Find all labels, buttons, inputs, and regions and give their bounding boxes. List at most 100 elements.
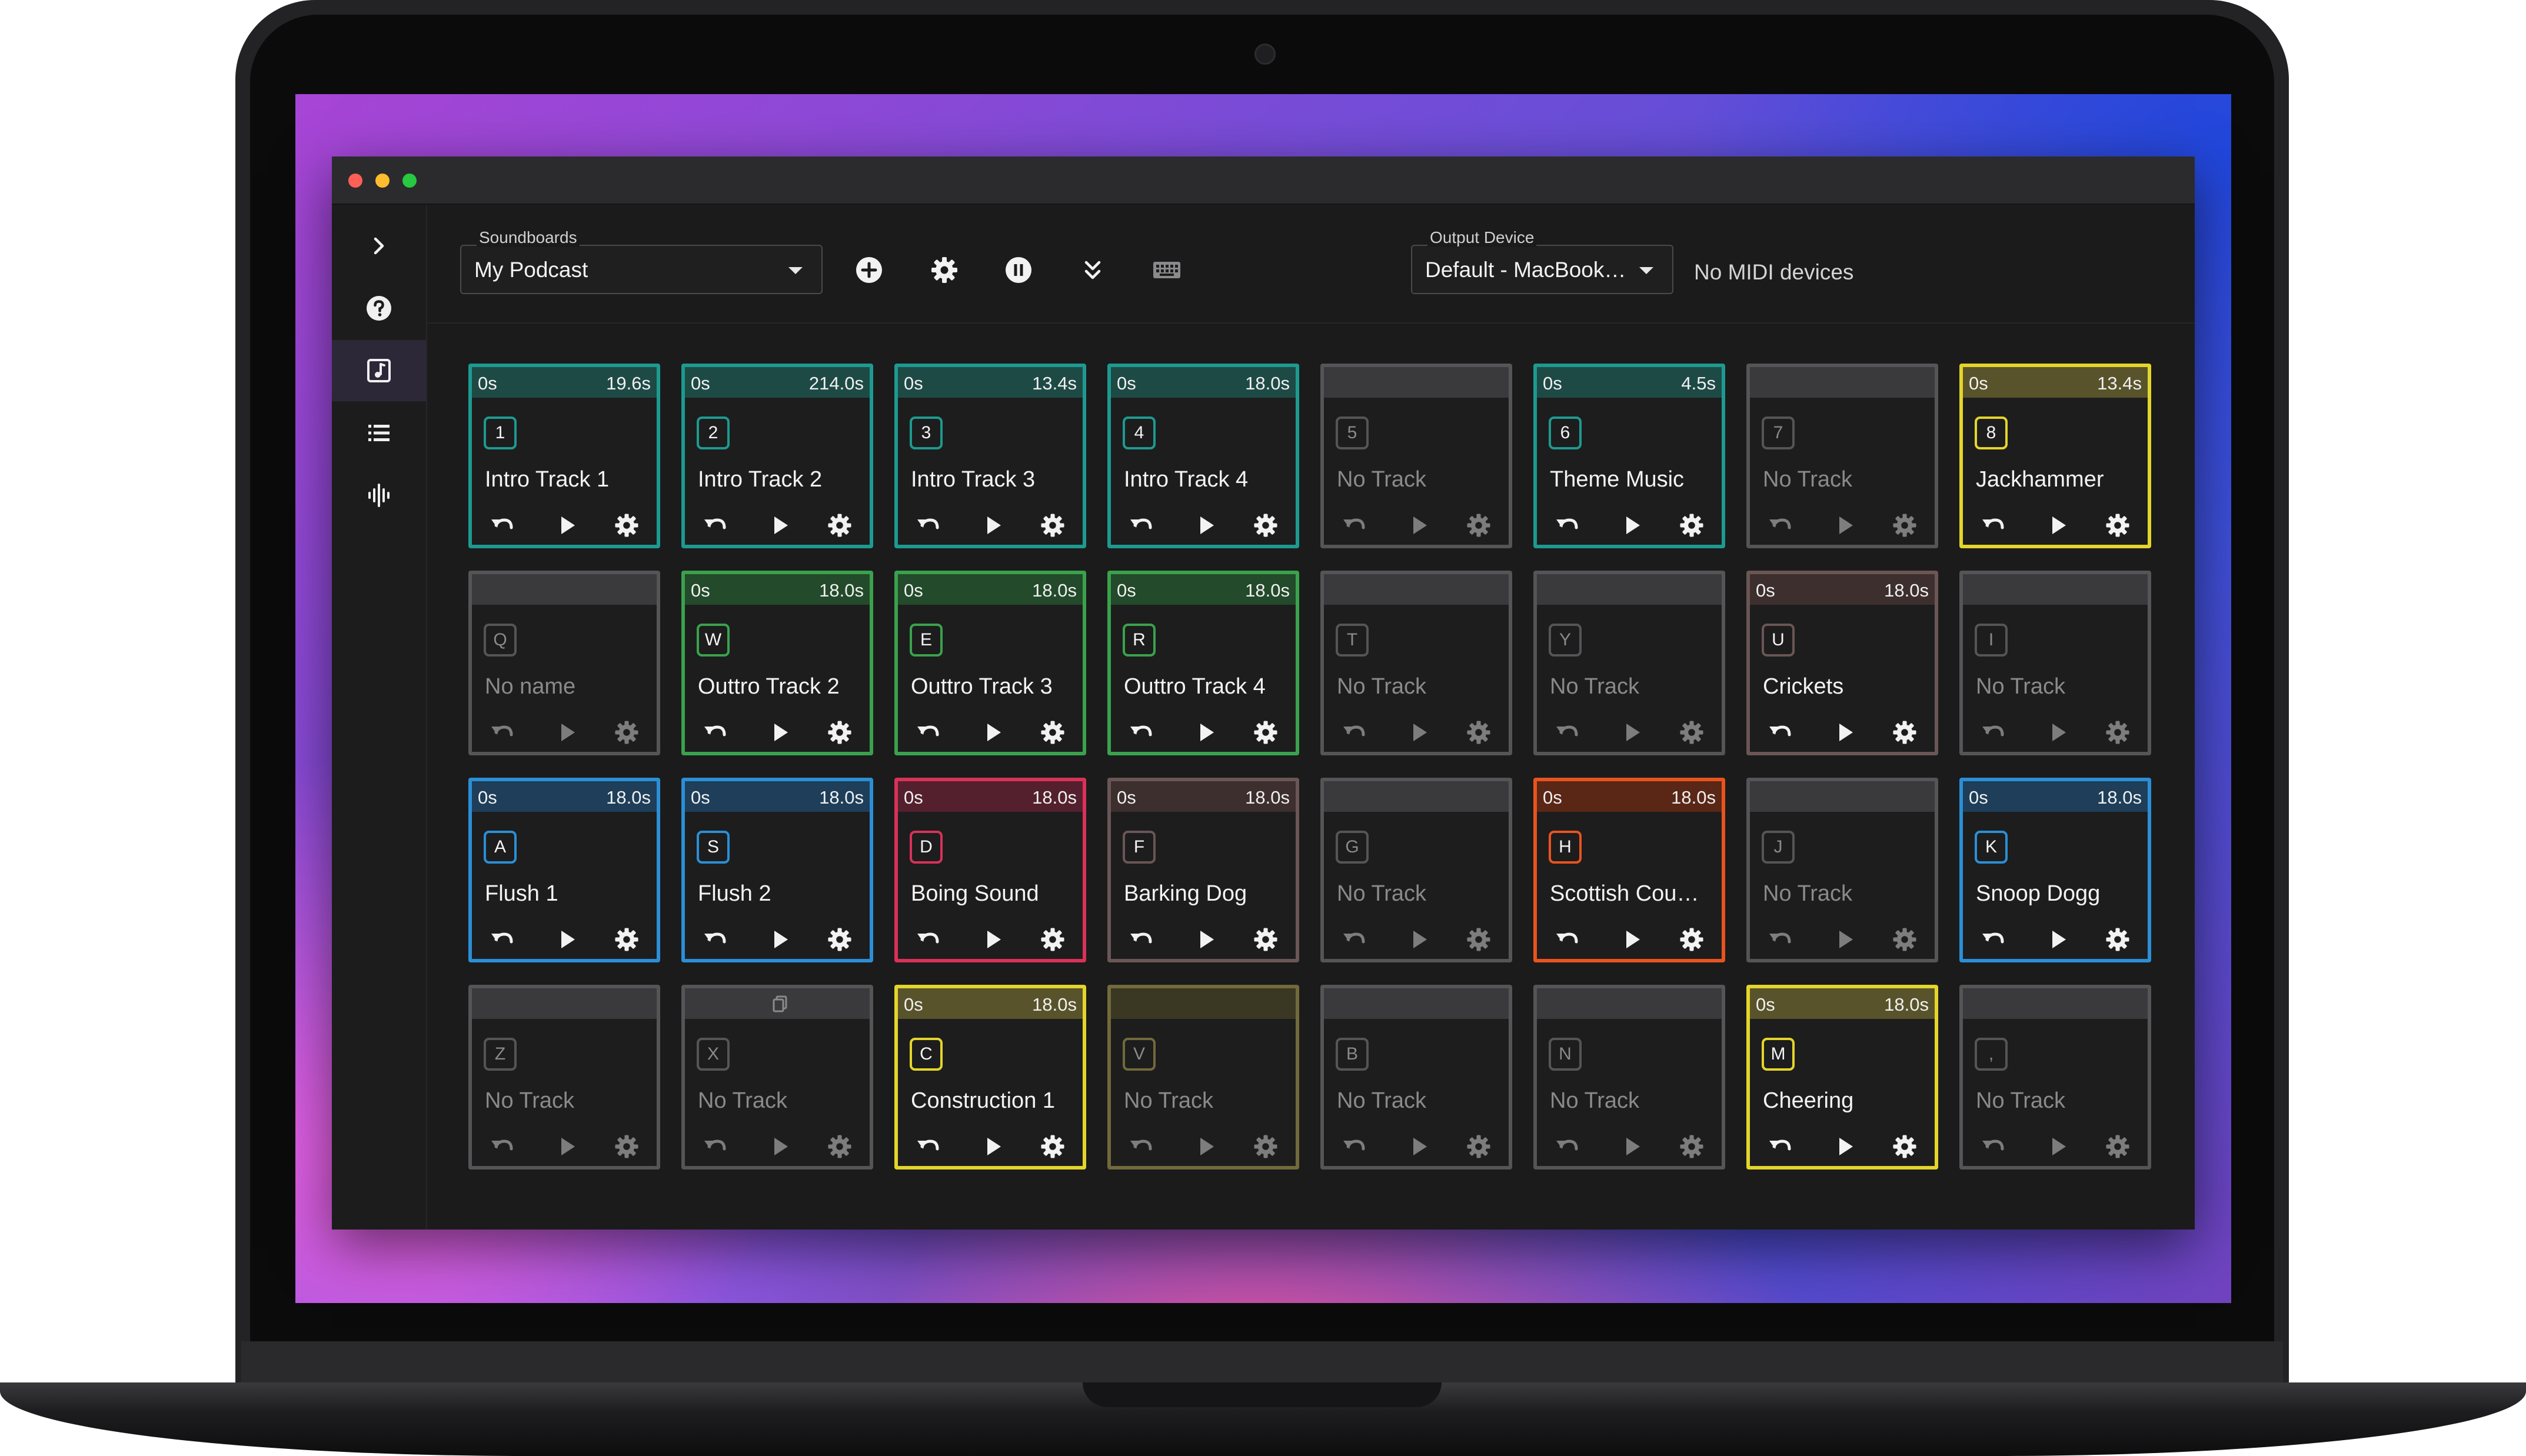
sidebar-item-list[interactable] bbox=[332, 402, 426, 464]
play-button[interactable] bbox=[2042, 717, 2074, 748]
play-button[interactable] bbox=[764, 1131, 796, 1162]
pad-settings-button[interactable] bbox=[1250, 717, 1282, 748]
pad-settings-button[interactable] bbox=[1889, 924, 1921, 955]
play-button[interactable] bbox=[1616, 924, 1648, 955]
play-button[interactable] bbox=[551, 717, 583, 748]
restart-button[interactable] bbox=[699, 1131, 731, 1162]
sound-pad[interactable]: 0s 13.4s 8 Jackhammer bbox=[1959, 364, 2151, 548]
sound-pad[interactable]: 0s 18.0s 4 Intro Track 4 bbox=[1107, 364, 1299, 548]
pad-settings-button[interactable] bbox=[1037, 717, 1069, 748]
play-button[interactable] bbox=[977, 717, 1009, 748]
sound-pad[interactable]: 0s 18.0s K Snoop Dogg bbox=[1959, 778, 2151, 962]
pad-settings-button[interactable] bbox=[824, 717, 856, 748]
sidebar-item-expand[interactable] bbox=[332, 215, 426, 276]
pad-settings-button[interactable] bbox=[1037, 924, 1069, 955]
pad-settings-button[interactable] bbox=[2102, 509, 2134, 541]
play-button[interactable] bbox=[1190, 924, 1222, 955]
play-button[interactable] bbox=[551, 1131, 583, 1162]
pad-settings-button[interactable] bbox=[611, 509, 643, 541]
restart-button[interactable] bbox=[1551, 509, 1583, 541]
play-button[interactable] bbox=[1829, 924, 1861, 955]
pad-settings-button[interactable] bbox=[1889, 1131, 1921, 1162]
restart-button[interactable] bbox=[1125, 717, 1157, 748]
restart-button[interactable] bbox=[912, 1131, 944, 1162]
soundboard-select[interactable]: Soundboards My Podcast bbox=[460, 228, 823, 294]
sound-pad[interactable]: 0s 18.0s C Construction 1 bbox=[894, 985, 1086, 1170]
play-button[interactable] bbox=[764, 717, 796, 748]
restart-button[interactable] bbox=[1338, 717, 1370, 748]
restart-button[interactable] bbox=[1764, 717, 1796, 748]
restart-button[interactable] bbox=[699, 717, 731, 748]
restart-button[interactable] bbox=[1551, 924, 1583, 955]
play-button[interactable] bbox=[1403, 509, 1435, 541]
sound-pad[interactable]: 0s 18.0s H Scottish Cou… bbox=[1533, 778, 1725, 962]
play-button[interactable] bbox=[977, 509, 1009, 541]
pad-settings-button[interactable] bbox=[1889, 509, 1921, 541]
pad-settings-button[interactable] bbox=[1463, 509, 1495, 541]
pad-settings-button[interactable] bbox=[824, 924, 856, 955]
sound-pad[interactable]: 0s 19.6s 1 Intro Track 1 bbox=[468, 364, 660, 548]
sound-pad[interactable]: T No Track bbox=[1320, 571, 1512, 755]
sound-pad[interactable]: 5 No Track bbox=[1320, 364, 1512, 548]
pad-settings-button[interactable] bbox=[2102, 1131, 2134, 1162]
sound-pad[interactable]: , No Track bbox=[1959, 985, 2151, 1170]
settings-button[interactable] bbox=[928, 254, 960, 286]
sound-pad[interactable]: 0s 18.0s E Outtro Track 3 bbox=[894, 571, 1086, 755]
play-button[interactable] bbox=[764, 509, 796, 541]
restart-button[interactable] bbox=[1551, 1131, 1583, 1162]
pad-settings-button[interactable] bbox=[611, 1131, 643, 1162]
minimize-window-button[interactable] bbox=[375, 174, 390, 188]
play-button[interactable] bbox=[1829, 1131, 1861, 1162]
restart-button[interactable] bbox=[1338, 924, 1370, 955]
restart-button[interactable] bbox=[1551, 717, 1583, 748]
sound-pad[interactable]: Z No Track bbox=[468, 985, 660, 1170]
restart-button[interactable] bbox=[486, 509, 518, 541]
pad-settings-button[interactable] bbox=[824, 1131, 856, 1162]
play-button[interactable] bbox=[1403, 717, 1435, 748]
pause-all-button[interactable] bbox=[1003, 254, 1034, 286]
sound-pad[interactable]: G No Track bbox=[1320, 778, 1512, 962]
sound-pad[interactable]: N No Track bbox=[1533, 985, 1725, 1170]
play-button[interactable] bbox=[1616, 509, 1648, 541]
pad-settings-button[interactable] bbox=[824, 509, 856, 541]
sound-pad[interactable]: 0s 18.0s U Crickets bbox=[1746, 571, 1938, 755]
play-button[interactable] bbox=[1616, 717, 1648, 748]
play-button[interactable] bbox=[1190, 1131, 1222, 1162]
zoom-window-button[interactable] bbox=[402, 174, 417, 188]
sound-pad[interactable]: 0s 18.0s R Outtro Track 4 bbox=[1107, 571, 1299, 755]
play-button[interactable] bbox=[977, 924, 1009, 955]
sound-pad[interactable]: 0s 4.5s 6 Theme Music bbox=[1533, 364, 1725, 548]
restart-button[interactable] bbox=[1125, 924, 1157, 955]
restart-button[interactable] bbox=[486, 924, 518, 955]
restart-button[interactable] bbox=[912, 717, 944, 748]
restart-button[interactable] bbox=[1764, 509, 1796, 541]
play-button[interactable] bbox=[1829, 717, 1861, 748]
play-button[interactable] bbox=[551, 924, 583, 955]
pad-settings-button[interactable] bbox=[1463, 717, 1495, 748]
restart-button[interactable] bbox=[1125, 1131, 1157, 1162]
restart-button[interactable] bbox=[912, 924, 944, 955]
play-button[interactable] bbox=[1403, 924, 1435, 955]
sound-pad[interactable]: I No Track bbox=[1959, 571, 2151, 755]
play-button[interactable] bbox=[1403, 1131, 1435, 1162]
keyboard-button[interactable] bbox=[1151, 254, 1183, 286]
pad-settings-button[interactable] bbox=[611, 924, 643, 955]
close-window-button[interactable] bbox=[348, 174, 362, 188]
sound-pad[interactable]: X No Track bbox=[681, 985, 873, 1170]
pad-settings-button[interactable] bbox=[2102, 924, 2134, 955]
sidebar-item-audio[interactable] bbox=[332, 465, 426, 526]
pad-settings-button[interactable] bbox=[1676, 509, 1708, 541]
restart-button[interactable] bbox=[486, 1131, 518, 1162]
restart-button[interactable] bbox=[486, 717, 518, 748]
restart-button[interactable] bbox=[1977, 924, 2009, 955]
pad-settings-button[interactable] bbox=[1037, 1131, 1069, 1162]
pad-settings-button[interactable] bbox=[1676, 1131, 1708, 1162]
play-button[interactable] bbox=[977, 1131, 1009, 1162]
restart-button[interactable] bbox=[1338, 509, 1370, 541]
play-button[interactable] bbox=[1190, 717, 1222, 748]
sound-pad[interactable]: 0s 18.0s W Outtro Track 2 bbox=[681, 571, 873, 755]
sound-pad[interactable]: 0s 18.0s S Flush 2 bbox=[681, 778, 873, 962]
restart-button[interactable] bbox=[1125, 509, 1157, 541]
sound-pad[interactable]: J No Track bbox=[1746, 778, 1938, 962]
pad-settings-button[interactable] bbox=[1250, 509, 1282, 541]
